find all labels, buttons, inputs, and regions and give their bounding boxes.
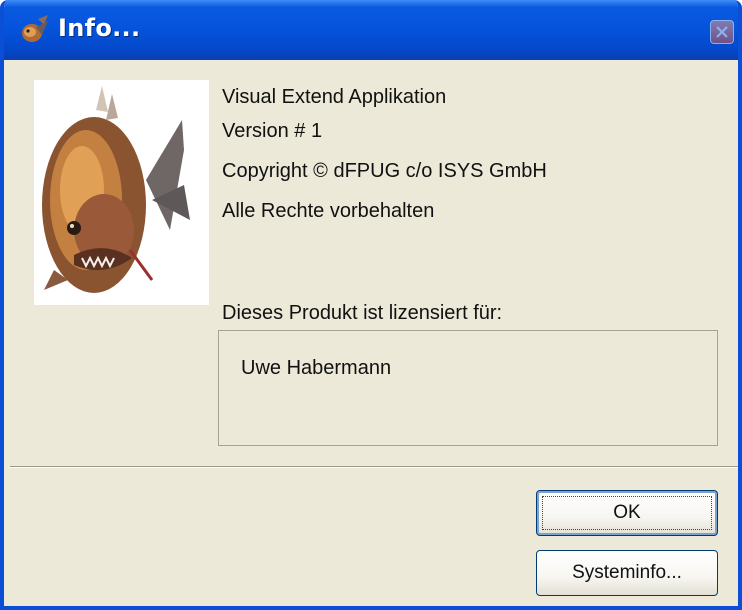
app-name: Visual Extend Applikation	[222, 86, 447, 108]
ok-button[interactable]: OK	[536, 490, 718, 536]
systeminfo-button[interactable]: Systeminfo...	[536, 550, 718, 596]
systeminfo-button-label: Systeminfo...	[572, 562, 682, 583]
dialog-body: Visual Extend Applikation Version # 1 Co…	[4, 60, 738, 606]
focus-rect	[542, 496, 712, 530]
fish-icon	[22, 15, 48, 42]
window-title: Info...	[58, 14, 141, 42]
about-dialog: Info... Visual Extend Applikation Versio…	[0, 0, 742, 610]
separator	[10, 466, 738, 468]
licensee-name: Uwe Habermann	[241, 357, 392, 379]
license-label: Dieses Produkt ist lizensiert für:	[222, 302, 503, 324]
rights-text: Alle Rechte vorbehalten	[222, 200, 435, 222]
copyright-text: Copyright © dFPUG c/o ISYS GmbH	[222, 160, 547, 182]
title-bar[interactable]: Info...	[4, 0, 738, 60]
fish-logo-image	[34, 80, 209, 305]
version-text: Version # 1	[222, 120, 323, 142]
close-icon	[716, 26, 728, 38]
close-button[interactable]	[710, 20, 734, 44]
licensee-box: Uwe Habermann	[218, 330, 718, 446]
